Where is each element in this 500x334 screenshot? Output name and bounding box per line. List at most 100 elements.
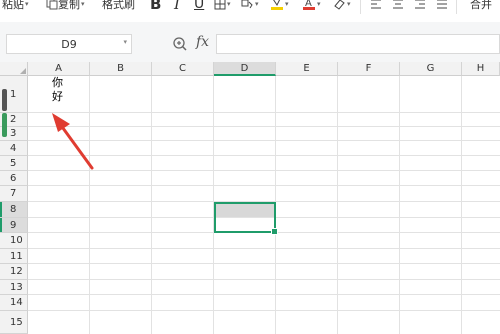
- grid-line: [28, 140, 500, 141]
- format-painter-label: 格式刷: [102, 0, 135, 11]
- row-label: 5: [10, 157, 17, 169]
- column-header-b[interactable]: B: [90, 62, 152, 76]
- format-painter-button[interactable]: 格式刷: [102, 0, 135, 11]
- bold-label: B: [150, 0, 162, 13]
- row-header-7[interactable]: 7: [0, 186, 28, 202]
- font-color-icon: A: [303, 0, 315, 10]
- copy-label: 复制: [58, 0, 80, 11]
- fill-handle[interactable]: [271, 228, 278, 235]
- row-header-14[interactable]: 14: [0, 295, 28, 311]
- column-header-e[interactable]: E: [276, 62, 338, 76]
- column-label: G: [426, 63, 435, 74]
- grid-line: [28, 170, 500, 171]
- name-box[interactable]: D9 ▾: [6, 34, 132, 54]
- zoom-icon[interactable]: [172, 36, 188, 52]
- row-header-9[interactable]: 9: [0, 218, 28, 233]
- clear-button[interactable]: ▾: [332, 0, 351, 11]
- select-all-icon: [20, 68, 26, 74]
- row-header-11[interactable]: 11: [0, 249, 28, 264]
- row-label: 4: [10, 142, 17, 154]
- spreadsheet-grid[interactable]: A B C D E F G H 1 2 3 4 5 6 7 8 9 10 11 …: [0, 62, 500, 334]
- grid-line: [28, 112, 500, 113]
- justify-icon: [437, 0, 447, 9]
- align-right-button[interactable]: [414, 0, 426, 11]
- align-left-button[interactable]: [370, 0, 382, 11]
- underline-button[interactable]: U: [194, 0, 205, 12]
- grid-line: [337, 76, 338, 334]
- grid-line: [28, 248, 500, 249]
- toolbar-divider: [456, 0, 457, 14]
- row-header-4[interactable]: 4: [0, 141, 28, 156]
- align-left-icon: [371, 0, 381, 9]
- align-center-icon: [393, 0, 403, 9]
- row-header-10[interactable]: 10: [0, 233, 28, 249]
- copy-button[interactable]: 复制 ▾: [46, 0, 85, 11]
- chevron-down-icon: ▾: [285, 0, 289, 8]
- formula-input[interactable]: [216, 34, 500, 54]
- row-header-5[interactable]: 5: [0, 156, 28, 171]
- row-header-12[interactable]: 12: [0, 264, 28, 280]
- column-header-g[interactable]: G: [400, 62, 462, 76]
- align-center-button[interactable]: [392, 0, 404, 11]
- row-header-13[interactable]: 13: [0, 280, 28, 295]
- grid-line: [89, 76, 90, 334]
- row-label: 10: [10, 235, 23, 246]
- cell-a1-line1: 你: [52, 76, 63, 89]
- border-button[interactable]: ▾: [214, 0, 231, 11]
- row-label: 12: [10, 266, 23, 277]
- row-label: 3: [10, 128, 17, 139]
- column-header-c[interactable]: C: [152, 62, 214, 76]
- chevron-down-icon: ▾: [317, 0, 321, 8]
- select-all-corner[interactable]: [0, 62, 28, 76]
- column-label: C: [179, 63, 186, 74]
- row-label: 13: [10, 281, 23, 293]
- merge-button[interactable]: 合并: [470, 0, 492, 11]
- fill-style-button[interactable]: ▾: [240, 0, 259, 11]
- row-group-indicator[interactable]: [2, 89, 8, 137]
- column-header-d[interactable]: D: [214, 62, 276, 76]
- formula-bar: D9 ▾ fx: [0, 22, 500, 62]
- chevron-down-icon: ▾: [25, 0, 29, 8]
- column-header-a[interactable]: A: [28, 62, 90, 76]
- paste-label: 粘贴: [2, 0, 24, 11]
- grid-line: [28, 294, 500, 295]
- align-right-icon: [415, 0, 425, 9]
- chevron-down-icon[interactable]: ▾: [123, 38, 127, 46]
- cell-a1[interactable]: 你 好: [52, 76, 72, 104]
- grid-line: [28, 310, 500, 311]
- column-label: D: [240, 62, 249, 74]
- column-label: A: [55, 63, 62, 74]
- row-header-8[interactable]: 8: [0, 202, 28, 218]
- row-header-15[interactable]: 15: [0, 311, 28, 334]
- italic-button[interactable]: I: [174, 0, 180, 13]
- italic-label: I: [174, 0, 180, 13]
- chevron-down-icon: ▾: [347, 0, 351, 8]
- chevron-down-icon: ▾: [81, 0, 85, 8]
- fill-color-button[interactable]: ▾: [270, 0, 289, 11]
- row-label: 7: [10, 188, 17, 199]
- grid-line: [399, 76, 400, 334]
- column-header-h[interactable]: H: [462, 62, 500, 76]
- copy-icon: [46, 0, 58, 10]
- column-header-f[interactable]: F: [338, 62, 400, 76]
- fx-button[interactable]: fx: [196, 34, 209, 50]
- font-color-button[interactable]: A ▾: [302, 0, 321, 11]
- underline-label: U: [194, 0, 205, 12]
- paste-button[interactable]: 粘贴 ▾: [2, 0, 29, 11]
- bold-button[interactable]: B: [150, 0, 162, 13]
- name-box-value: D9: [61, 37, 77, 51]
- row-header-6[interactable]: 6: [0, 171, 28, 186]
- grid-line: [28, 263, 500, 264]
- justify-button[interactable]: [436, 0, 448, 11]
- row-label: 11: [10, 250, 23, 262]
- grid-line: [28, 155, 500, 156]
- column-label: B: [117, 63, 124, 74]
- grid-line: [151, 76, 152, 334]
- column-label: H: [476, 63, 485, 74]
- chevron-down-icon: ▾: [227, 0, 231, 8]
- selected-cell-range[interactable]: [214, 202, 278, 235]
- column-label: F: [365, 63, 372, 74]
- grid-line: [28, 279, 500, 280]
- row-label: 14: [10, 297, 23, 308]
- cell-a1-line2: 好: [52, 90, 63, 103]
